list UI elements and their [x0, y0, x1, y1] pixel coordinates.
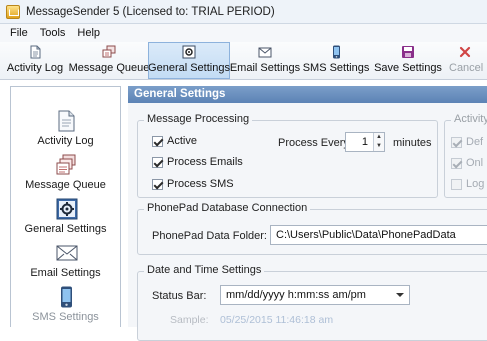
phone-icon — [329, 45, 343, 59]
settings-icon — [182, 45, 196, 59]
envelope-icon — [258, 45, 272, 59]
date-time-title: Date and Time Settings — [144, 264, 265, 276]
process-every-stepper[interactable]: 1 ▲ ▼ — [345, 132, 385, 152]
status-bar-label: Status Bar: — [152, 290, 207, 302]
cancel-button[interactable]: Cancel — [444, 42, 485, 79]
window-title: MessageSender 5 (Licensed to: TRIAL PERI… — [26, 5, 275, 18]
chevron-down-icon[interactable] — [396, 293, 404, 297]
title-bar: MessageSender 5 (Licensed to: TRIAL PERI… — [0, 0, 487, 24]
menu-tools[interactable]: Tools — [34, 27, 72, 39]
phone-icon — [56, 286, 76, 308]
sms-settings-button[interactable]: SMS Settings — [300, 42, 372, 79]
process-sms-checkbox-box[interactable] — [152, 178, 163, 190]
toolbar: Activity Log Message Queue General Setti… — [0, 42, 487, 80]
status-bar-format-select[interactable]: mm/dd/yyyy h:mm:ss am/pm — [220, 285, 410, 305]
stepper-arrows-icon[interactable]: ▲ ▼ — [373, 133, 384, 151]
message-queue-icon — [56, 154, 76, 176]
activity-group: Activity Def Onl Log — [444, 113, 487, 198]
process-emails-checkbox-box[interactable] — [152, 156, 163, 168]
activity-log-button[interactable]: Activity Log — [0, 42, 70, 79]
menu-file[interactable]: File — [4, 27, 34, 39]
phonepad-folder-label: PhonePad Data Folder: — [152, 230, 267, 242]
document-icon — [28, 45, 42, 59]
sidebar-item-email-settings[interactable]: Email Settings — [15, 235, 116, 279]
sample-value: 05/25/2015 11:46:18 am — [220, 314, 334, 326]
phonepad-connection-group: PhonePad Database Connection PhonePad Da… — [137, 202, 487, 255]
minutes-label: minutes — [393, 137, 432, 149]
app-envelope-icon — [6, 4, 20, 19]
date-time-group: Date and Time Settings Status Bar: mm/dd… — [137, 264, 487, 341]
active-checkbox[interactable]: Active — [152, 135, 197, 147]
process-every-label: Process Every — [278, 137, 349, 149]
email-settings-button[interactable]: Email Settings — [230, 42, 300, 79]
active-checkbox-box[interactable] — [152, 135, 163, 147]
message-queue-button[interactable]: Message Queue — [69, 42, 149, 79]
panel-title: General Settings — [128, 86, 487, 103]
sidebar-item-sms-settings[interactable]: SMS Settings — [15, 279, 116, 323]
save-settings-button[interactable]: Save Settings — [372, 42, 444, 79]
message-processing-group: Message Processing Active Process Emails… — [137, 113, 438, 198]
sidebar-item-general-settings[interactable]: General Settings — [15, 191, 116, 235]
document-icon — [56, 110, 76, 132]
process-emails-checkbox[interactable]: Process Emails — [152, 156, 243, 168]
activity-option-3[interactable]: Log — [451, 178, 484, 190]
close-icon — [458, 45, 472, 59]
sample-label: Sample: — [170, 314, 209, 326]
sidebar-item-message-queue[interactable]: Message Queue — [15, 147, 116, 191]
sidebar-item-activity-log[interactable]: Activity Log — [15, 103, 116, 147]
settings-icon — [56, 198, 77, 220]
message-queue-icon — [102, 45, 116, 59]
envelope-icon — [56, 242, 77, 264]
general-settings-panel: Message Processing Active Process Emails… — [128, 103, 487, 341]
general-settings-button[interactable]: General Settings — [148, 42, 230, 79]
activity-option-1[interactable]: Def — [451, 136, 483, 148]
save-icon — [401, 45, 415, 59]
menu-help[interactable]: Help — [71, 27, 106, 39]
process-sms-checkbox[interactable]: Process SMS — [152, 178, 234, 190]
activity-title: Activity — [451, 113, 487, 125]
phonepad-connection-title: PhonePad Database Connection — [144, 202, 311, 214]
menu-bar: File Tools Help — [0, 24, 487, 42]
activity-option-2[interactable]: Onl — [451, 157, 483, 169]
message-processing-title: Message Processing — [144, 113, 253, 125]
sidebar-nav: Activity Log Message Queue General Setti… — [10, 86, 121, 327]
phonepad-folder-input[interactable]: C:\Users\Public\Data\PhonePadData — [270, 225, 487, 245]
